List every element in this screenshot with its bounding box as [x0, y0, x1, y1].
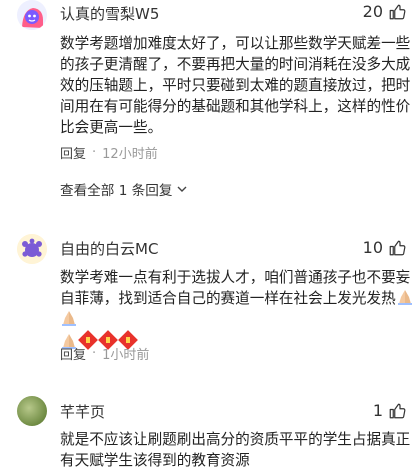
view-replies-button[interactable]: 查看全部 1 条回复 [60, 179, 188, 199]
avatar[interactable] [17, 0, 47, 30]
like-count: 1 [372, 401, 383, 420]
avatar[interactable] [17, 396, 47, 426]
reply-button[interactable]: 回复 [60, 143, 86, 162]
comment-text-body: 数学考难一点有利于选拔人才，咱们普通孩子也不要妄自菲薄，找到适合自己的赛道一样在… [60, 269, 411, 307]
timestamp: 12小时前 [102, 147, 158, 162]
comment-meta: 回复 · 12小时前 [60, 143, 158, 162]
thumbs-up-icon [389, 4, 406, 19]
like-button[interactable]: 10 [363, 238, 406, 257]
separator-dot: · [92, 145, 97, 160]
comment-text: 数学考题增加难度太好了，可以让那些数学天赋差一些的孩子更清醒了，不要再把大量的时… [60, 35, 411, 136]
praying-hands-emoji [62, 311, 76, 326]
thumbs-up-icon [389, 403, 406, 418]
separator-dot: · [92, 346, 97, 361]
comment-text: 数学考难一点有利于选拔人才，咱们普通孩子也不要妄自菲薄，找到适合自己的赛道一样在… [60, 267, 415, 353]
reply-button[interactable]: 回复 [60, 344, 86, 363]
cartoon-avatar-icon [17, 234, 47, 264]
praying-hands-emoji [397, 290, 412, 305]
avatar[interactable] [17, 234, 47, 264]
username[interactable]: 认真的雪梨W5 [60, 3, 159, 24]
username[interactable]: 自由的白云MC [60, 238, 158, 259]
cartoon-avatar-icon [17, 0, 47, 30]
chevron-down-icon [177, 186, 187, 192]
like-count: 20 [362, 2, 383, 21]
comment-text: 就是不应该让刷题刷出高分的资质平平的学生占据真正有天赋学生该得到的教育资源 [60, 431, 411, 469]
thumbs-up-icon [389, 240, 406, 255]
username[interactable]: 芊芊页 [60, 401, 105, 422]
comment-feed: 认真的雪梨W5 20 数学考题增加难度太好了，可以让那些数学天赋差一些的孩子更清… [0, 0, 418, 475]
view-replies-label: 查看全部 1 条回复 [60, 183, 173, 199]
like-button[interactable]: 20 [363, 2, 406, 21]
comment-meta: 回复 · 1小时前 [60, 344, 149, 363]
like-count: 10 [362, 238, 383, 257]
like-button[interactable]: 1 [373, 401, 406, 420]
timestamp: 1小时前 [102, 348, 150, 363]
